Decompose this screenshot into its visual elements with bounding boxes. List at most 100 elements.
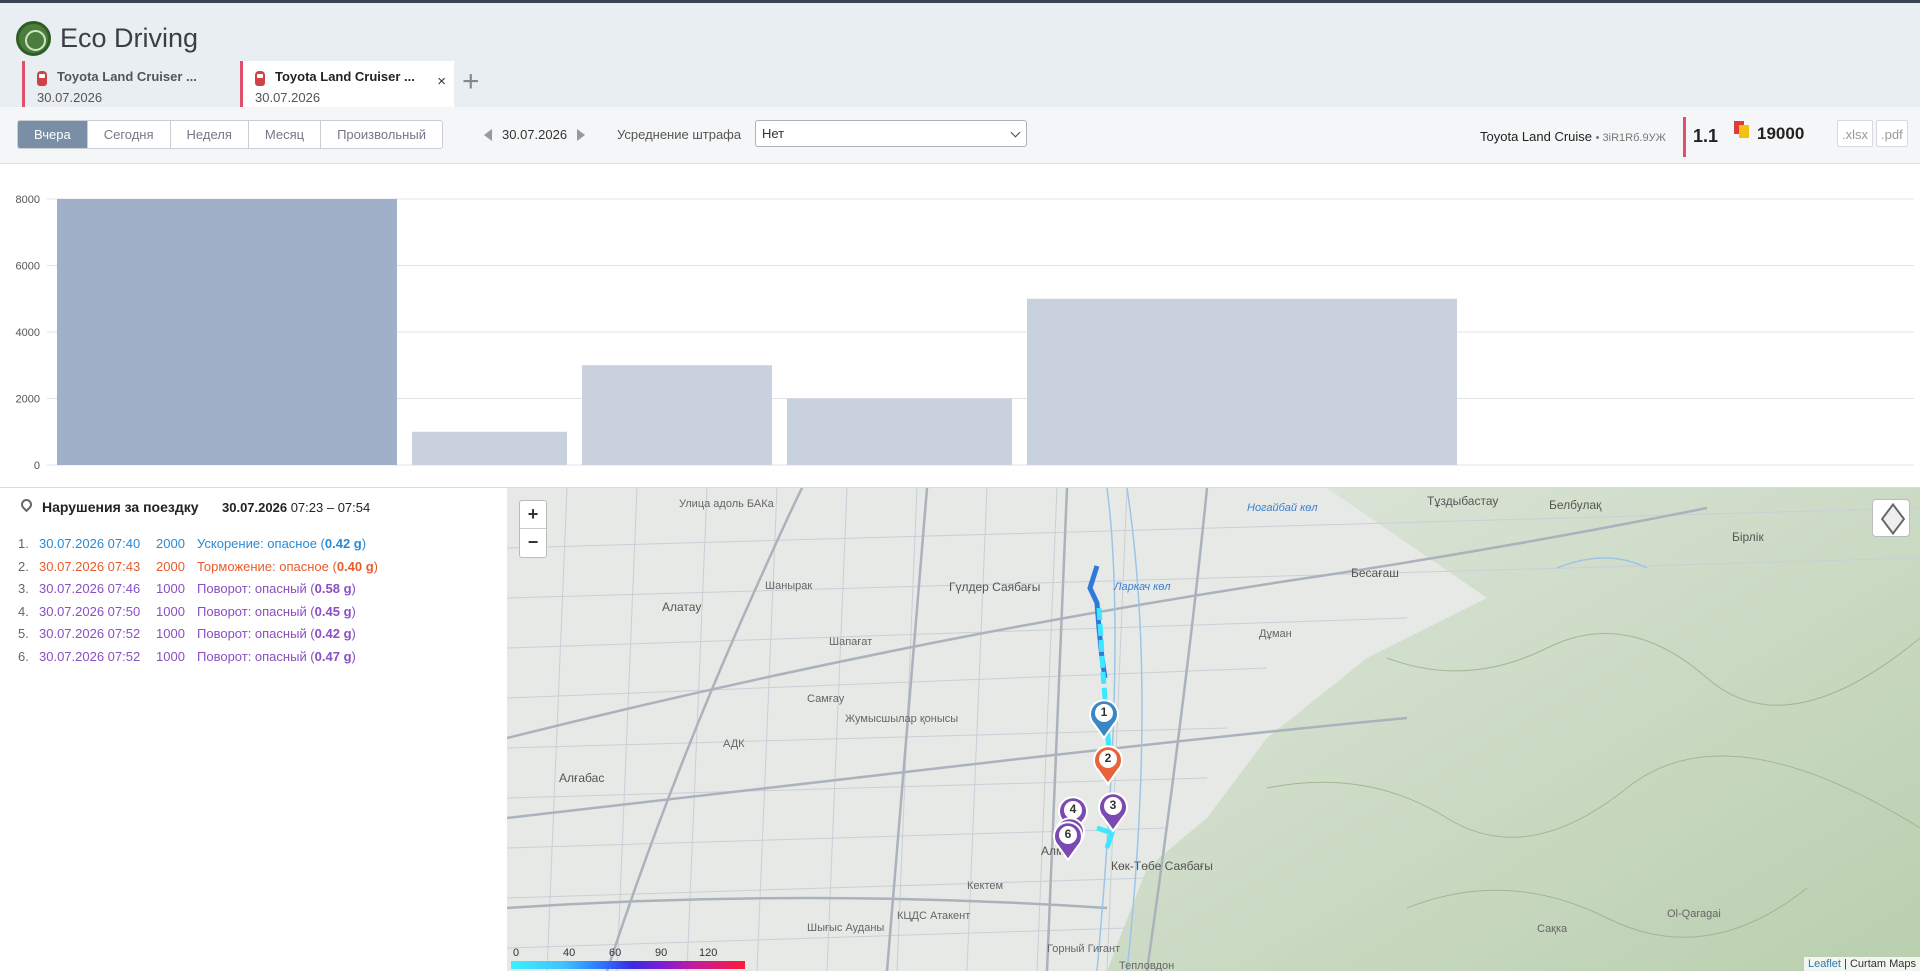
date-navigator: 30.07.2026 — [484, 127, 586, 142]
violation-description: Поворот: опасный ( — [197, 648, 315, 664]
penalty-chart: 0 2000 4000 6000 8000 — [0, 165, 1920, 487]
map-label: Бірлік — [1732, 530, 1764, 544]
export-pdf-button[interactable]: .pdf — [1876, 120, 1908, 147]
add-tab-button[interactable]: + — [462, 67, 480, 97]
y-tick-label: 6000 — [16, 261, 40, 273]
current-date: 30.07.2026 — [502, 127, 568, 142]
violation-item[interactable]: 6. 30.07.2026 07:52 1000 Поворот: опасный (… — [18, 649, 378, 672]
app-header: Eco Driving Toyota Land Cruiser ... 30.0… — [0, 3, 1920, 107]
marker-label: 1 — [1100, 705, 1108, 719]
penalty-cards-icon — [1734, 121, 1750, 139]
tiles-attribution: Curtam Maps — [1849, 958, 1916, 970]
violation-description: Ускорение: опасное ( — [197, 536, 325, 551]
chart-bar-3[interactable] — [582, 365, 772, 465]
violation-time[interactable]: 30.07.2026 07:40 — [39, 536, 156, 551]
map-label: Ol-Qaragai — [1667, 908, 1721, 920]
period-month-button[interactable]: Месяц — [248, 121, 322, 148]
car-summary: Toyota Land Cruise • 3iR1Rб.9УЖ — [1480, 129, 1666, 144]
prev-date-icon[interactable] — [484, 128, 492, 141]
violation-index: 4. — [18, 603, 29, 619]
violation-gforce: 0.45 g — [314, 603, 352, 619]
trip-period: 30.07.2026 07:23 – 07:54 — [222, 500, 370, 515]
y-tick-label: 8000 — [16, 194, 40, 206]
violation-points: 1000 — [156, 648, 185, 664]
violation-time[interactable]: 30.07.2026 07:50 — [39, 604, 156, 619]
violation-marker-6[interactable]: 6 — [1053, 820, 1083, 862]
map-label: Шанырак — [765, 580, 813, 592]
y-tick-label: 2000 — [16, 394, 40, 406]
tab-car-name: Toyota Land Cruiser ... — [275, 69, 415, 84]
violation-close-paren: ) — [361, 536, 367, 551]
eco-leaf-logo-icon — [16, 21, 51, 56]
penalty-averaging-select[interactable]: Нет — [755, 120, 1027, 147]
zoom-out-button[interactable]: − — [520, 529, 546, 557]
chevron-down-icon — [1010, 127, 1021, 138]
period-yesterday-button[interactable]: Вчера — [18, 121, 88, 148]
violation-marker-1[interactable]: 1 — [1089, 698, 1119, 740]
violation-description: Поворот: опасный ( — [197, 626, 315, 641]
violation-time[interactable]: 30.07.2026 07:52 — [39, 649, 156, 664]
violation-item[interactable]: 2. 30.07.2026 07:43 2000 Торможение: опасно… — [18, 559, 378, 582]
violation-index: 2. — [18, 558, 29, 574]
map-label: Горный Гигант — [1047, 943, 1121, 955]
violation-item[interactable]: 1. 30.07.2026 07:40 2000 Ускорение: опасное… — [18, 536, 378, 559]
chart-bar-4[interactable] — [787, 398, 1012, 466]
violation-marker-2[interactable]: 2 — [1093, 744, 1123, 786]
app-title: Eco Driving — [60, 23, 199, 53]
map-label: АДК — [723, 738, 745, 750]
violation-close-paren: ) — [351, 603, 356, 619]
violation-item[interactable]: 4. 30.07.2026 07:50 1000 Поворот: опасный (… — [18, 604, 378, 627]
map-label: Ногайбай көл — [1247, 502, 1318, 514]
chart-bar-5[interactable] — [1027, 298, 1457, 465]
eco-score: 1.1 — [1693, 126, 1719, 146]
map-tiles — [507, 488, 1920, 971]
violation-item[interactable]: 5. 30.07.2026 07:52 1000 Поворот: опасный (… — [18, 626, 378, 649]
period-custom-button[interactable]: Произвольный — [321, 121, 442, 148]
chart-bar-2[interactable] — [412, 431, 567, 465]
violation-time[interactable]: 30.07.2026 07:46 — [39, 581, 156, 596]
violation-item[interactable]: 3. 30.07.2026 07:46 1000 Поворот: опасный (… — [18, 581, 378, 604]
violation-time[interactable]: 30.07.2026 07:52 — [39, 626, 156, 641]
chart-bar-1[interactable] — [57, 199, 397, 465]
next-date-icon[interactable] — [577, 128, 586, 141]
period-today-button[interactable]: Сегодня — [87, 121, 171, 148]
toolbar: Вчера Сегодня Неделя Месяц Произвольный … — [0, 107, 1920, 164]
tab-car-2[interactable]: Toyota Land Cruiser ... 30.07.2026 × — [240, 61, 454, 107]
export-xlsx-button[interactable]: .xlsx — [1837, 120, 1873, 147]
map-label: Көк-Төбе Саябағы — [1111, 859, 1213, 873]
car-icon — [37, 71, 47, 86]
violation-index: 6. — [18, 648, 29, 664]
map-label: Самғау — [807, 693, 845, 705]
violation-points: 1000 — [156, 581, 185, 596]
tab-car-1[interactable]: Toyota Land Cruiser ... 30.07.2026 — [22, 61, 234, 107]
car-plate: • 3iR1Rб.9УЖ — [1595, 132, 1666, 144]
penalty-averaging-value: Нет — [762, 126, 785, 141]
speed-legend-label: 60 — [609, 947, 622, 959]
violation-gforce: 0.40 g — [336, 558, 374, 574]
violation-close-paren: ) — [351, 648, 356, 664]
speed-legend-label: 40 — [563, 947, 576, 959]
tab-date: 30.07.2026 — [37, 90, 103, 105]
penalty-bar-chart: 0 2000 4000 6000 8000 — [16, 194, 1914, 472]
map-label: Алатау — [662, 600, 702, 614]
violation-gforce: 0.47 g — [314, 648, 352, 664]
penalty-total: 19000 — [1757, 124, 1805, 143]
zoom-in-button[interactable]: + — [520, 501, 546, 529]
layers-icon[interactable] — [1872, 499, 1910, 537]
map-attribution: Leaflet | Curtam Maps — [1803, 957, 1920, 971]
period-week-button[interactable]: Неделя — [170, 121, 249, 148]
violation-index: 3. — [18, 581, 29, 596]
map-label: Шапағат — [829, 636, 873, 648]
map-label: Гүлдер Саябағы — [949, 580, 1041, 594]
close-icon[interactable]: × — [437, 73, 446, 90]
leaflet-link[interactable]: Leaflet — [1808, 958, 1841, 970]
violation-marker-3[interactable]: 3 — [1098, 791, 1128, 833]
y-tick-label: 4000 — [16, 327, 40, 339]
violation-time[interactable]: 30.07.2026 07:43 — [39, 559, 156, 574]
violations-panel: Нарушения за поездку 30.07.2026 07:23 – … — [0, 488, 507, 971]
speed-legend-label: 120 — [699, 947, 718, 959]
map-label: Ларкач көл — [1114, 581, 1171, 593]
trip-map[interactable]: Улица адоль БАКа Ногайбай көл Тұздыбаста… — [507, 488, 1920, 971]
speed-legend-label: 90 — [655, 947, 668, 959]
period-selector: Вчера Сегодня Неделя Месяц Произвольный — [17, 120, 443, 149]
